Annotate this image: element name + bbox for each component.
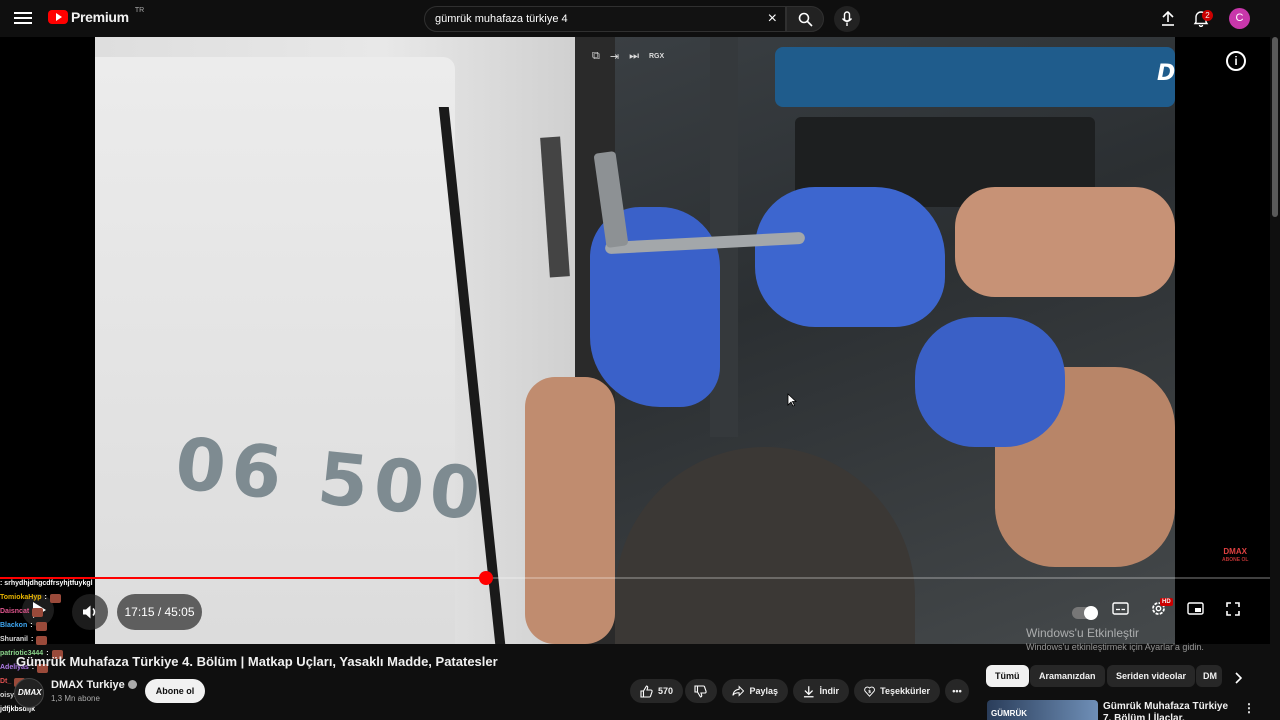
dmax-subscribe-watermark[interactable]: DMAX ABONE OL	[1222, 548, 1248, 564]
microphone-icon	[841, 11, 853, 26]
chat-emote-icon	[35, 621, 47, 631]
share-label: Paylaş	[749, 686, 778, 696]
chat-text: :	[31, 636, 34, 643]
chat-message: TomiokaHyp:	[0, 591, 160, 605]
watermark-line1: Windows'u Etkinleştir	[1026, 626, 1139, 640]
thanks-icon: $	[864, 686, 875, 697]
dmax-small-logo: DMAX	[1223, 547, 1247, 556]
chat-message: Blackon:	[0, 619, 160, 633]
channel-avatar-text: DMAX	[18, 688, 42, 697]
mouse-cursor-icon	[787, 393, 797, 407]
exit-icon[interactable]: ⇥	[610, 50, 619, 63]
extension-rgx[interactable]: RGX	[649, 53, 664, 60]
recommended-thumbnail[interactable]: GÜMRÜK	[987, 700, 1098, 720]
dislike-button[interactable]	[685, 679, 717, 703]
thanks-label: Teşekkürler	[880, 686, 930, 696]
chat-username: Shuranil	[0, 636, 29, 643]
video-scene-blue-trim	[775, 47, 1175, 107]
chat-emote-icon	[36, 635, 48, 645]
subscribe-button[interactable]: Abone ol	[145, 679, 205, 703]
create-upload-icon[interactable]	[1160, 10, 1176, 27]
clear-search-icon[interactable]: ×	[768, 11, 777, 27]
channel-avatar[interactable]: DMAX	[14, 678, 44, 708]
download-button[interactable]: İndir	[793, 679, 849, 703]
like-button[interactable]: 570	[630, 679, 683, 703]
extension-toolbar: ⧉ ⇥ ⏭ RGX	[592, 50, 664, 63]
recommended-title[interactable]: Gümrük Muhafaza Türkiye 7. Bölüm | İlaçl…	[1103, 701, 1231, 720]
autoplay-knob	[1084, 606, 1098, 620]
chat-username: TomiokaHyp	[0, 594, 42, 601]
logo-text: Premium	[71, 9, 129, 25]
chip-all[interactable]: Tümü	[986, 665, 1029, 687]
more-vertical-icon[interactable]: ⋮	[1243, 701, 1255, 715]
notification-count-badge: 2	[1202, 10, 1213, 21]
search-icon	[798, 12, 813, 27]
chip-series-videos[interactable]: Seriden videolar	[1107, 665, 1196, 687]
search-query[interactable]: gümrük muhafaza türkiye 4	[435, 13, 568, 25]
chat-username: Daisncat	[0, 608, 30, 615]
progress-scrubber[interactable]	[479, 571, 493, 585]
video-scene-arm	[525, 377, 615, 644]
share-icon	[732, 685, 745, 697]
info-icon[interactable]: i	[1226, 51, 1246, 71]
windows-activation-watermark: Windows'u Etkinleştir Windows'u etkinleş…	[1026, 626, 1204, 652]
video-scene-arm	[955, 187, 1175, 297]
more-horizontal-icon: •••	[952, 686, 962, 696]
top-bar: Premium TR gümrük muhafaza türkiye 4 × 2…	[0, 0, 1280, 37]
video-frame[interactable]: 06 500 DMAX	[95, 37, 1175, 644]
chat-text: : srhydhjdhgcdfrsyhjtfuykgl	[0, 580, 93, 587]
dmax-small-sub: ABONE OL	[1222, 557, 1249, 563]
chat-message: Shuranil:	[0, 633, 160, 647]
chip-from-search[interactable]: Aramanızdan	[1030, 665, 1105, 687]
video-title: Gümrük Muhafaza Türkiye 4. Bölüm | Matka…	[16, 654, 498, 669]
chip-dmax[interactable]: DM	[1196, 665, 1222, 687]
youtube-play-icon	[48, 10, 68, 24]
more-actions-button[interactable]: •••	[945, 679, 969, 703]
menu-icon[interactable]	[14, 9, 34, 29]
chat-emote-icon	[32, 607, 44, 617]
chevron-right-icon[interactable]	[1234, 672, 1242, 684]
autoplay-toggle[interactable]	[1072, 606, 1098, 620]
like-count: 570	[657, 686, 673, 696]
watermark-line2: Windows'u etkinleştirmek için Ayarlar'a …	[1026, 642, 1204, 652]
skip-next-icon[interactable]: ⏭	[629, 50, 639, 63]
video-scene-glove	[755, 187, 945, 327]
chat-emote-icon	[49, 593, 61, 603]
channel-name-text[interactable]: DMAX Turkiye	[51, 679, 125, 691]
logo-region: TR	[134, 6, 145, 14]
recommended-thumbnail-text: GÜMRÜK	[991, 709, 1027, 718]
search-button[interactable]	[786, 6, 824, 32]
chat-message: Daisncat	[0, 605, 160, 619]
subtitles-icon[interactable]	[1112, 602, 1129, 615]
thumbs-down-icon	[694, 684, 707, 698]
video-scene-door	[95, 57, 455, 644]
video-player[interactable]: 06 500 DMAX ⧉ ⇥ ⏭ RGX i DMAX ABONE OL 17…	[0, 37, 1270, 644]
dmax-brand-logo: DMAX	[1157, 61, 1175, 86]
channel-name[interactable]: DMAX Turkiye	[51, 679, 137, 691]
voice-search-button[interactable]	[834, 6, 860, 32]
search-input[interactable]: gümrük muhafaza türkiye 4 ×	[424, 6, 786, 32]
hd-badge: HD	[1160, 598, 1173, 606]
chat-text: :	[30, 622, 33, 629]
subscriber-count: 1,3 Mn abone	[51, 694, 100, 703]
thanks-button[interactable]: $ Teşekkürler	[854, 679, 940, 703]
picture-in-picture-icon[interactable]: ⧉	[592, 50, 600, 63]
thumbs-up-icon	[640, 684, 653, 698]
scrollbar-thumb[interactable]	[1272, 37, 1278, 217]
youtube-logo[interactable]: Premium TR	[48, 6, 145, 25]
svg-text:$: $	[868, 689, 871, 695]
account-avatar[interactable]: C	[1229, 8, 1250, 29]
chat-text: :	[44, 594, 47, 601]
download-icon	[803, 685, 814, 697]
page-scrollbar[interactable]	[1270, 37, 1280, 720]
chat-username: Dt_	[0, 678, 12, 685]
download-label: İndir	[819, 686, 840, 696]
video-scene-glove	[915, 317, 1065, 447]
share-button[interactable]: Paylaş	[722, 679, 788, 703]
verified-icon	[127, 680, 137, 689]
chat-username: Blackon	[0, 622, 28, 629]
chat-message: : srhydhjdhgcdfrsyhjtfuykgl	[0, 577, 160, 591]
miniplayer-icon[interactable]	[1187, 602, 1204, 615]
fullscreen-icon[interactable]	[1226, 602, 1240, 616]
